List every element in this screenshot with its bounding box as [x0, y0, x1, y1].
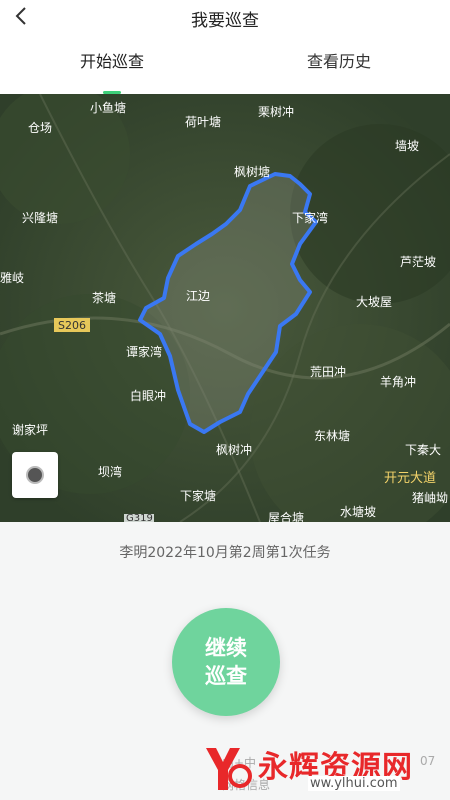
map-label: 枫树塘: [234, 164, 270, 179]
map-label: S206: [58, 319, 86, 332]
footer-line3: 07: [420, 754, 436, 768]
top-bar: 我要巡查: [0, 0, 450, 34]
continue-patrol-button[interactable]: 继续 巡查: [172, 608, 280, 716]
map-label: 谭家湾: [126, 344, 162, 359]
map-label: 仓场: [28, 121, 52, 135]
continue-patrol-line1: 继续: [205, 636, 247, 660]
watermark-url: ww.ylhui.com: [308, 776, 400, 791]
map-label: 雅岐: [0, 270, 24, 285]
page-title: 我要巡查: [191, 11, 259, 31]
map-label: 大坡屋: [356, 295, 392, 309]
map-label: 下秦大: [405, 443, 441, 457]
map-label: 荒田冲: [310, 364, 346, 379]
map-label: 江边: [186, 289, 210, 303]
map-label: 小鱼塘: [90, 100, 126, 115]
map-label: 荷叶塘: [185, 114, 221, 129]
map-label: 羊角冲: [380, 374, 416, 389]
map-label: 下家塘: [180, 488, 216, 503]
map-label: 猪岫坳: [412, 491, 448, 505]
map-label: 东林塘: [314, 428, 350, 443]
map-label: 白眼冲: [130, 388, 166, 403]
map-label: 水塘坡: [340, 504, 376, 519]
satellite-map[interactable]: 小鱼塘 荷叶塘 栗树冲 仓场 枫树塘 墙坡 兴隆塘 下家湾 芦茫坡 雅岐 茶塘 …: [0, 94, 450, 522]
task-label: 李明2022年10月第2周第1次任务: [119, 545, 331, 561]
map-label: 枫树冲: [216, 442, 252, 457]
map-label: G319: [126, 513, 153, 522]
tab-start-patrol[interactable]: 开始巡查: [80, 48, 144, 72]
map-label: 下家湾: [292, 210, 328, 225]
map-label: 兴隆塘: [22, 210, 58, 225]
map-label: 坝湾: [98, 464, 122, 479]
map-label: 栗树冲: [258, 104, 294, 119]
map-label: 谢家坪: [12, 422, 48, 437]
watermark-logo-icon: [206, 748, 252, 790]
tab-history[interactable]: 查看历史: [307, 48, 371, 72]
map-label: 芦茫坡: [400, 255, 436, 269]
locate-button[interactable]: [12, 452, 58, 498]
map-canvas[interactable]: 小鱼塘 荷叶塘 栗树冲 仓场 枫树塘 墙坡 兴隆塘 下家湾 芦茫坡 雅岐 茶塘 …: [0, 94, 450, 522]
locate-icon: [26, 466, 44, 484]
map-label: 开元大道: [384, 471, 436, 486]
map-label: 屋合塘: [268, 510, 304, 522]
map-label: 茶塘: [92, 290, 116, 305]
map-label: 墙坡: [395, 139, 419, 153]
tab-bar: 开始巡查 查看历史: [0, 34, 450, 94]
continue-patrol-line2: 巡查: [205, 664, 247, 688]
